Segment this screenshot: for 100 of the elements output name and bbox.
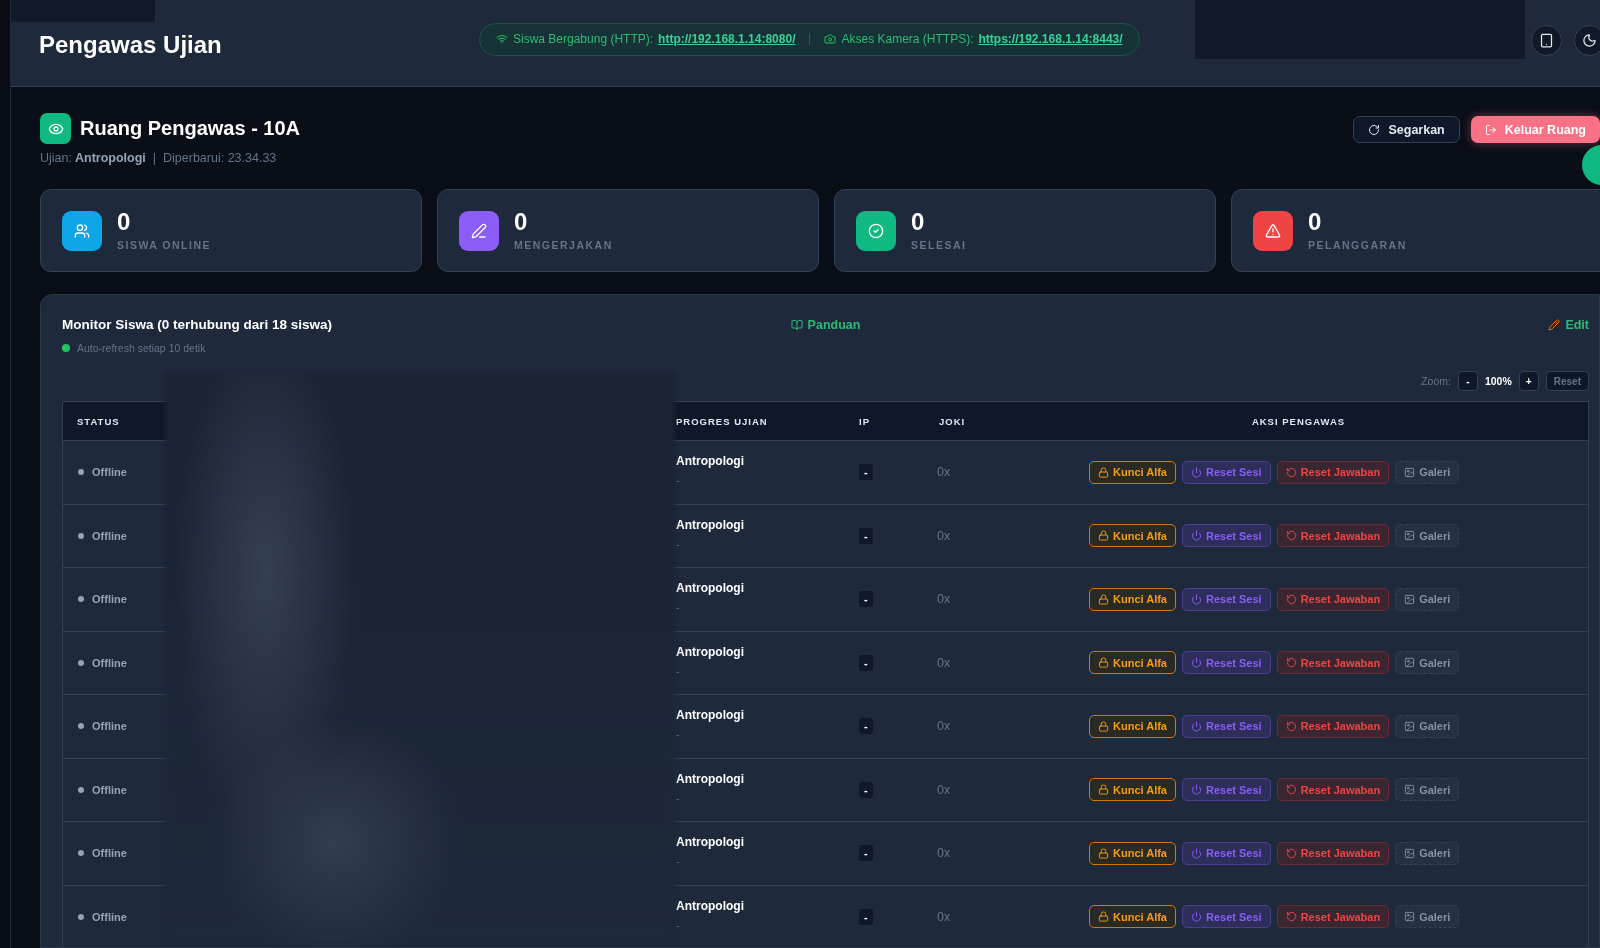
ip-tag: - bbox=[859, 464, 873, 481]
rotate-icon bbox=[1285, 784, 1297, 796]
logout-icon bbox=[1484, 123, 1497, 136]
lock-button[interactable]: Kunci Alfa bbox=[1089, 651, 1176, 675]
exam-name: Antropologi bbox=[74, 151, 146, 165]
status-text: Offline bbox=[92, 783, 127, 796]
lock-button[interactable]: Kunci Alfa bbox=[1089, 714, 1176, 738]
progress-text: - bbox=[676, 792, 680, 804]
reset-session-button[interactable]: Reset Sesi bbox=[1182, 651, 1271, 675]
lock-icon bbox=[1098, 720, 1109, 732]
lock-button[interactable]: Kunci Alfa bbox=[1089, 905, 1176, 929]
tablet-icon[interactable] bbox=[1531, 25, 1562, 56]
joki-count: 0x bbox=[937, 465, 951, 480]
zoom-reset-button[interactable]: Reset bbox=[1545, 371, 1589, 391]
lock-icon bbox=[1098, 593, 1109, 605]
lock-button[interactable]: Kunci Alfa bbox=[1089, 778, 1176, 802]
lock-icon bbox=[1098, 530, 1109, 542]
address-link[interactable]: https://192.168.1.14:8443/ bbox=[978, 32, 1123, 46]
ip-tag: - bbox=[859, 908, 873, 925]
column-header: IP bbox=[858, 415, 871, 427]
power-icon bbox=[1191, 847, 1202, 859]
lock-icon bbox=[1098, 784, 1109, 796]
reset-answers-button[interactable]: Reset Jawaban bbox=[1276, 905, 1390, 929]
reset-answers-button[interactable]: Reset Jawaban bbox=[1276, 587, 1390, 611]
edit-link[interactable]: Edit bbox=[1548, 317, 1589, 332]
link-label: Akses Kamera (HTTPS): bbox=[841, 32, 974, 46]
zoom-out-button[interactable]: - bbox=[1457, 371, 1478, 391]
reset-session-button[interactable]: Reset Sesi bbox=[1182, 460, 1271, 484]
reset-answers-button[interactable]: Reset Jawaban bbox=[1276, 841, 1390, 865]
image-icon bbox=[1404, 657, 1416, 669]
lock-icon bbox=[1098, 911, 1109, 923]
monitor-title: Monitor Siswa (0 terhubung dari 18 siswa) bbox=[62, 317, 334, 332]
zoom-in-button[interactable]: + bbox=[1518, 371, 1539, 391]
progress-text: - bbox=[676, 475, 680, 486]
image-icon bbox=[1404, 466, 1416, 478]
reset-answers-button[interactable]: Reset Jawaban bbox=[1276, 714, 1390, 738]
status-text: Offline bbox=[92, 720, 127, 733]
stat-label: SISWA ONLINE bbox=[117, 239, 212, 251]
wifi-icon bbox=[496, 33, 508, 45]
joki-count: 0x bbox=[937, 655, 951, 670]
book-icon bbox=[790, 318, 803, 331]
address-link[interactable]: http://192.168.1.14:8080/ bbox=[658, 32, 796, 46]
moon-icon[interactable] bbox=[1574, 25, 1600, 56]
rotate-icon bbox=[1285, 911, 1297, 923]
image-icon bbox=[1404, 911, 1416, 923]
ip-tag: - bbox=[859, 781, 873, 798]
reset-answers-button[interactable]: Reset Jawaban bbox=[1276, 778, 1390, 802]
lock-button[interactable]: Kunci Alfa bbox=[1089, 587, 1176, 611]
stat-value: 0 bbox=[117, 210, 132, 234]
guide-link[interactable]: Panduan bbox=[790, 317, 861, 332]
status-dot bbox=[78, 659, 84, 666]
image-icon bbox=[1404, 784, 1416, 796]
reset-session-button[interactable]: Reset Sesi bbox=[1182, 778, 1271, 802]
status-dot bbox=[78, 596, 84, 603]
room-title: Ruang Pengawas - 10A bbox=[80, 117, 301, 140]
joki-count: 0x bbox=[937, 909, 951, 924]
progress-text: - bbox=[676, 919, 680, 931]
refresh-button[interactable]: Segarkan bbox=[1353, 116, 1460, 143]
reset-session-button[interactable]: Reset Sesi bbox=[1182, 905, 1271, 929]
exam-name: Antropologi bbox=[676, 581, 744, 595]
reset-session-button[interactable]: Reset Sesi bbox=[1182, 841, 1271, 865]
stat-value: 0 bbox=[514, 210, 529, 234]
users-icon bbox=[62, 210, 102, 251]
status-text: Offline bbox=[92, 847, 127, 860]
reset-session-button[interactable]: Reset Sesi bbox=[1182, 587, 1271, 611]
ip-tag: - bbox=[859, 527, 873, 544]
exam-name: Antropologi bbox=[676, 454, 744, 468]
joki-count: 0x bbox=[937, 719, 951, 734]
image-icon bbox=[1404, 847, 1416, 859]
lock-button[interactable]: Kunci Alfa bbox=[1089, 524, 1176, 548]
exam-name: Antropologi bbox=[676, 517, 744, 532]
ip-tag: - bbox=[859, 718, 873, 735]
joki-count: 0x bbox=[937, 592, 951, 607]
lock-button[interactable]: Kunci Alfa bbox=[1089, 460, 1176, 484]
status-dot bbox=[78, 469, 84, 476]
status-text: Offline bbox=[92, 529, 127, 542]
ip-tag: - bbox=[859, 845, 873, 862]
reset-answers-button[interactable]: Reset Jawaban bbox=[1276, 651, 1390, 675]
page-title: Pengawas Ujian bbox=[39, 31, 223, 59]
progress-text: - bbox=[676, 729, 680, 740]
reset-answers-button[interactable]: Reset Jawaban bbox=[1276, 524, 1390, 548]
column-header: AKSI PENGAWAS bbox=[1250, 415, 1347, 427]
camera-icon bbox=[824, 33, 837, 45]
lock-button[interactable]: Kunci Alfa bbox=[1089, 841, 1176, 865]
rotate-icon bbox=[1285, 530, 1297, 542]
joki-count: 0x bbox=[937, 528, 951, 543]
status-dot bbox=[78, 850, 84, 857]
stat-label: PELANGGARAN bbox=[1308, 239, 1407, 251]
joki-count: 0x bbox=[937, 782, 951, 797]
image-icon bbox=[1404, 593, 1416, 605]
reset-answers-button[interactable]: Reset Jawaban bbox=[1276, 460, 1390, 484]
progress-text: - bbox=[676, 602, 680, 613]
exam-label: Ujian: bbox=[40, 151, 72, 165]
reset-session-button[interactable]: Reset Sesi bbox=[1182, 524, 1271, 548]
zoom-value: 100% bbox=[1484, 375, 1512, 387]
exit-room-button[interactable]: Keluar Ruang bbox=[1470, 116, 1600, 143]
reset-session-button[interactable]: Reset Sesi bbox=[1182, 714, 1271, 738]
rotate-icon bbox=[1285, 466, 1297, 478]
status-dot bbox=[78, 532, 84, 539]
rotate-icon bbox=[1285, 593, 1297, 605]
